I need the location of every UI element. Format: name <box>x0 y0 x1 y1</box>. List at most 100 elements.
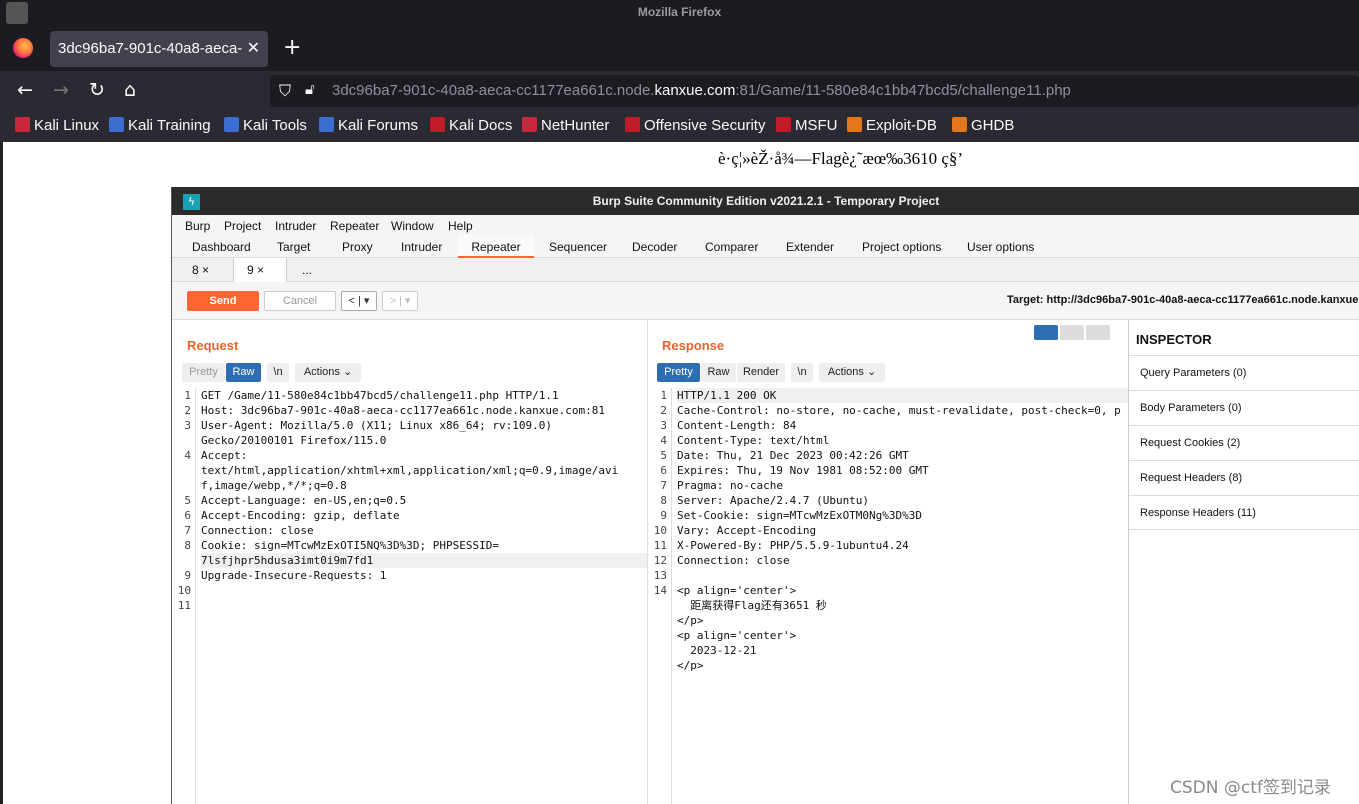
inspector-response-headers[interactable]: Response Headers (11) <box>1129 495 1359 530</box>
response-line: Connection: close <box>677 554 790 567</box>
offsec-icon <box>625 117 640 132</box>
request-line: Upgrade-Insecure-Requests: 1 <box>201 569 387 582</box>
send-button[interactable]: Send <box>187 291 259 311</box>
shield-icon[interactable]: ⛉ <box>279 81 291 101</box>
request-actions-button[interactable]: Actions ⌄ <box>295 363 361 382</box>
inspector-request-headers[interactable]: Request Headers (8) <box>1129 460 1359 495</box>
response-title: Response <box>662 338 725 353</box>
bookmark-exploit-db[interactable]: Exploit-DB <box>847 117 937 134</box>
cancel-button[interactable]: Cancel <box>264 291 336 311</box>
ghdb-icon <box>952 117 967 132</box>
window-title: Mozilla Firefox <box>637 5 722 19</box>
close-icon[interactable]: × <box>202 263 209 277</box>
response-line: Cache-Control: no-store, no-cache, must-… <box>677 404 1121 417</box>
side-by-side-layout-icon[interactable] <box>1034 325 1058 340</box>
bookmark-kali-training[interactable]: Kali Training <box>109 117 211 134</box>
burp-titlebar: ϟ Burp Suite Community Edition v2021.2.1… <box>172 187 1359 215</box>
response-line: <p align='center'> <box>677 629 797 642</box>
bookmark-kali-linux[interactable]: Kali Linux <box>15 117 99 134</box>
exploit-db-icon <box>847 117 862 132</box>
tab-user-options[interactable]: User options <box>967 240 1034 254</box>
forward-icon[interactable]: → <box>53 79 69 101</box>
response-pretty-button[interactable]: Pretty <box>657 363 700 382</box>
menu-window[interactable]: Window <box>391 219 434 233</box>
bookmark-nethunter[interactable]: NetHunter <box>522 117 609 134</box>
request-editor[interactable]: 1 2 3 4 5 6 7 8 9 10 11 GET /Game/11-580e84c1bb47b… <box>172 388 647 804</box>
request-line: Accept-Language: en-US,en;q=0.5 <box>201 494 407 507</box>
response-line: Vary: Accept-Encoding <box>677 524 817 537</box>
request-pane: Request Pretty Raw \n Actions ⌄ 12345678… <box>172 320 648 804</box>
inspector-title: INSPECTOR <box>1136 332 1212 347</box>
bookmark-kali-tools[interactable]: Kali Tools <box>224 117 307 134</box>
tab-decoder[interactable]: Decoder <box>632 240 677 254</box>
msfu-icon <box>776 117 791 132</box>
response-editor[interactable]: 1 2 3 4 5 6 7 8 9 10 11 12 13 14 HTTP/1.1 200 OK Cach… <box>648 388 1128 804</box>
bookmark-offensive-security[interactable]: Offensive Security <box>625 117 765 134</box>
url-text[interactable]: 3dc96ba7-901c-40a8-aeca-cc1177ea661c.nod… <box>332 82 1071 99</box>
response-line: 距离获得Flag还有3651 秒 <box>677 599 827 612</box>
history-back-button[interactable]: < | ▾ <box>341 291 377 311</box>
bookmark-ghdb[interactable]: GHDB <box>952 117 1014 134</box>
response-actions-button[interactable]: Actions ⌄ <box>819 363 885 382</box>
home-icon[interactable]: ⌂ <box>124 79 136 101</box>
back-icon[interactable]: ← <box>17 79 33 101</box>
tab-project-options[interactable]: Project options <box>862 240 941 254</box>
repeater-tabs: 8 × 9 × ... <box>172 258 1359 282</box>
history-forward-button[interactable]: > | ▾ <box>382 291 418 311</box>
request-raw-button[interactable]: Raw <box>226 363 261 382</box>
tab-sequencer[interactable]: Sequencer <box>549 240 607 254</box>
menu-intruder[interactable]: Intruder <box>275 219 316 233</box>
menu-project[interactable]: Project <box>224 219 261 233</box>
response-line: Expires: Thu, 19 Nov 1981 08:52:00 GMT <box>677 464 929 477</box>
response-newline-button[interactable]: \n <box>791 363 813 382</box>
tab-target[interactable]: Target <box>277 240 310 254</box>
bookmark-msfu[interactable]: MSFU <box>776 117 838 134</box>
nethunter-icon <box>522 117 537 132</box>
browser-tabbar: 3dc96ba7-901c-40a8-aeca- ✕ + <box>0 25 1359 71</box>
response-lines: HTTP/1.1 200 OK Cache-Control: no-store,… <box>677 388 1128 673</box>
tab-proxy[interactable]: Proxy <box>342 240 373 254</box>
request-line: Accept-Encoding: gzip, deflate <box>201 509 400 522</box>
navigation-toolbar: ← → ↻ ⌂ ⛉ 🔓︎ 3dc96ba7-901c-40a8-aeca-cc1… <box>0 71 1359 111</box>
bookmark-kali-forums[interactable]: Kali Forums <box>319 117 418 134</box>
tab-repeater[interactable]: Repeater <box>458 235 534 258</box>
firefox-logo-icon[interactable] <box>13 38 33 58</box>
request-newline-button[interactable]: \n <box>267 363 289 382</box>
tab-intruder[interactable]: Intruder <box>401 240 442 254</box>
inspector-request-cookies[interactable]: Request Cookies (2) <box>1129 425 1359 460</box>
new-tab-icon[interactable]: + <box>283 35 301 60</box>
repeater-tab-new[interactable]: ... <box>302 258 312 282</box>
request-line <box>201 598 647 613</box>
url-bar[interactable]: ⛉ 🔓︎ 3dc96ba7-901c-40a8-aeca-cc1177ea661… <box>270 75 1359 107</box>
browser-tab[interactable]: 3dc96ba7-901c-40a8-aeca- ✕ <box>50 31 268 67</box>
reload-icon[interactable]: ↻ <box>89 79 105 101</box>
menu-burp[interactable]: Burp <box>185 219 210 233</box>
kali-training-icon <box>109 117 124 132</box>
tab-comparer[interactable]: Comparer <box>705 240 758 254</box>
target-label[interactable]: Target: http://3dc96ba7-901c-40a8-aeca-c… <box>1007 294 1359 306</box>
repeater-tab-9[interactable]: 9 × <box>233 258 287 282</box>
insecure-lock-icon[interactable]: 🔓︎ <box>305 80 315 98</box>
response-line: </p> <box>677 659 704 672</box>
request-line: Connection: close <box>201 524 314 537</box>
request-pretty-button[interactable]: Pretty <box>182 363 225 382</box>
tabs-layout-icon[interactable] <box>1086 325 1110 340</box>
request-lines: GET /Game/11-580e84c1bb47bcd5/challenge1… <box>201 388 647 613</box>
inspector-body-params[interactable]: Body Parameters (0) <box>1129 390 1359 425</box>
tab-dashboard[interactable]: Dashboard <box>192 240 251 254</box>
menu-help[interactable]: Help <box>448 219 473 233</box>
menu-repeater[interactable]: Repeater <box>330 219 379 233</box>
response-raw-button[interactable]: Raw <box>701 363 736 382</box>
bookmark-kali-docs[interactable]: Kali Docs <box>430 117 512 134</box>
inspector-query-params[interactable]: Query Parameters (0) <box>1129 355 1359 390</box>
response-line: HTTP/1.1 200 OK <box>677 388 1128 403</box>
response-line: Date: Thu, 21 Dec 2023 00:42:26 GMT <box>677 449 909 462</box>
top-bottom-layout-icon[interactable] <box>1060 325 1084 340</box>
close-tab-icon[interactable]: ✕ <box>247 38 260 57</box>
burp-menubar: Burp Project Intruder Repeater Window He… <box>172 215 1359 235</box>
repeater-tab-8[interactable]: 8 × <box>192 258 209 282</box>
close-icon[interactable]: × <box>257 263 264 277</box>
request-line: 7lsfjhpr5hdusa3imt0i9m7fd1 <box>201 553 647 568</box>
response-render-button[interactable]: Render <box>737 363 785 382</box>
tab-extender[interactable]: Extender <box>786 240 834 254</box>
